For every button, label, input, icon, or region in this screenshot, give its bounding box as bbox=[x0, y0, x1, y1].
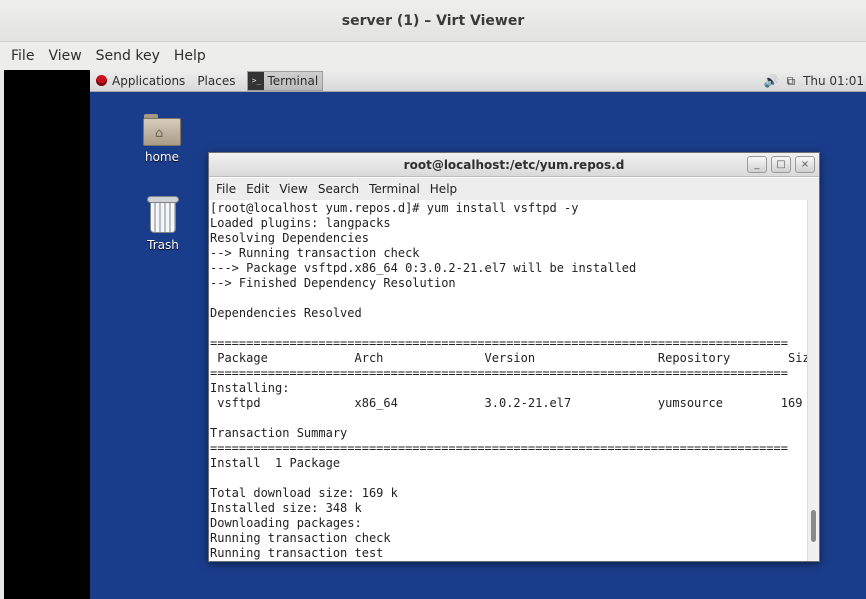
applications-label: Applications bbox=[112, 73, 186, 88]
terminal-line: Installed size: 348 k bbox=[210, 501, 362, 515]
terminal-line: Transaction Summary bbox=[210, 426, 348, 440]
terminal-menu-edit[interactable]: Edit bbox=[241, 182, 274, 196]
terminal-line: Loaded plugins: langpacks bbox=[210, 216, 391, 230]
desktop-icon-trash-label: Trash bbox=[147, 238, 179, 252]
terminal-line: ---> Package vsftpd.x86_64 0:3.0.2-21.el… bbox=[210, 261, 637, 275]
terminal-window[interactable]: root@localhost:/etc/yum.repos.d _ □ × Fi… bbox=[208, 152, 820, 562]
home-folder-icon: ⌂ bbox=[143, 114, 181, 146]
terminal-titlebar[interactable]: root@localhost:/etc/yum.repos.d _ □ × bbox=[209, 153, 819, 177]
desktop-icon-trash[interactable]: Trash bbox=[133, 196, 193, 252]
terminal-title: root@localhost:/etc/yum.repos.d bbox=[403, 158, 625, 172]
terminal-icon: >_ bbox=[248, 71, 265, 90]
menu-view[interactable]: View bbox=[41, 42, 88, 70]
desktop-icon-home[interactable]: ⌂ home bbox=[132, 114, 192, 164]
terminal-menu-terminal[interactable]: Terminal bbox=[364, 182, 425, 196]
taskbar-terminal-label: Terminal bbox=[267, 73, 319, 88]
terminal-menu-file[interactable]: File bbox=[211, 182, 241, 196]
clock[interactable]: Thu 01:01 bbox=[803, 74, 864, 88]
minimize-button[interactable]: _ bbox=[747, 156, 767, 173]
guest-desktop[interactable]: Applications Places >_ Terminal 🔊 ⧉ Thu … bbox=[90, 70, 866, 599]
terminal-menu-search[interactable]: Search bbox=[313, 182, 364, 196]
trash-icon bbox=[147, 196, 179, 234]
terminal-line: [root@localhost yum.repos.d]# yum instal… bbox=[210, 201, 579, 215]
terminal-menubar: File Edit View Search Terminal Help bbox=[209, 178, 819, 200]
terminal-line: Downloading packages: bbox=[210, 516, 362, 530]
places-label: Places bbox=[197, 73, 236, 88]
terminal-line: ========================================… bbox=[210, 366, 788, 380]
maximize-button[interactable]: □ bbox=[771, 156, 791, 173]
applications-menu[interactable]: Applications bbox=[90, 70, 191, 92]
volume-icon[interactable]: 🔊 bbox=[764, 74, 779, 88]
network-icon[interactable]: ⧉ bbox=[786, 74, 795, 89]
host-titlebar[interactable]: server (1) – Virt Viewer bbox=[0, 0, 866, 42]
terminal-scrollbar[interactable] bbox=[807, 200, 819, 561]
places-menu[interactable]: Places bbox=[191, 70, 241, 92]
taskbar-terminal[interactable]: >_ Terminal bbox=[247, 70, 324, 91]
terminal-line: Installing: bbox=[210, 381, 290, 395]
window-title: server (1) – Virt Viewer bbox=[341, 13, 525, 29]
terminal-line: --> Running transaction check bbox=[210, 246, 420, 260]
desktop-icon-home-label: home bbox=[144, 150, 180, 164]
terminal-line: Running transaction check bbox=[210, 531, 391, 545]
top-panel: Applications Places >_ Terminal 🔊 ⧉ Thu … bbox=[90, 70, 866, 92]
window-controls: _ □ × bbox=[743, 156, 815, 173]
menu-help[interactable]: Help bbox=[167, 42, 213, 70]
terminal-line: vsftpd x86_64 3.0.2-21.el7 yumsource 169… bbox=[210, 396, 807, 410]
panel-status-area: 🔊 ⧉ Thu 01:01 bbox=[764, 70, 866, 92]
redhat-logo-icon bbox=[96, 75, 107, 86]
terminal-line: --> Finished Dependency Resolution bbox=[210, 276, 456, 290]
terminal-line: Install 1 Package bbox=[210, 456, 341, 470]
terminal-line: Running transaction test bbox=[210, 546, 384, 560]
terminal-line: Dependencies Resolved bbox=[210, 306, 362, 320]
menu-file[interactable]: File bbox=[4, 42, 41, 70]
scrollbar-thumb[interactable] bbox=[811, 510, 816, 542]
terminal-line: Package Arch Version Repository Size bbox=[210, 351, 807, 365]
terminal-output[interactable]: [root@localhost yum.repos.d]# yum instal… bbox=[209, 200, 807, 561]
terminal-line: ========================================… bbox=[210, 441, 788, 455]
menu-send-key[interactable]: Send key bbox=[89, 42, 167, 70]
terminal-menu-help[interactable]: Help bbox=[425, 182, 462, 196]
terminal-line: Total download size: 169 k bbox=[210, 486, 398, 500]
guest-display[interactable]: Applications Places >_ Terminal 🔊 ⧉ Thu … bbox=[4, 70, 866, 599]
terminal-line: ========================================… bbox=[210, 336, 788, 350]
terminal-menu-view[interactable]: View bbox=[274, 182, 312, 196]
close-button[interactable]: × bbox=[795, 156, 815, 173]
terminal-line: Resolving Dependencies bbox=[210, 231, 369, 245]
host-menubar: File View Send key Help bbox=[0, 42, 866, 70]
